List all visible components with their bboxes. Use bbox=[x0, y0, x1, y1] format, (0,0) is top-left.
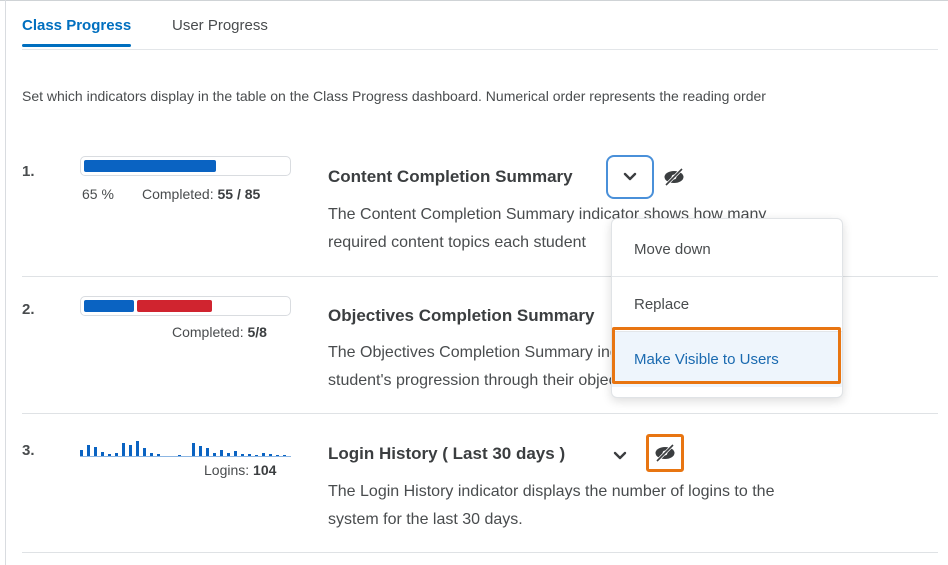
indicator-options-menu: Move down Replace Make Visible to Users bbox=[611, 218, 843, 398]
frame-left-border bbox=[5, 0, 6, 565]
sparkline-bar bbox=[199, 446, 202, 456]
logins-count: Logins: 104 bbox=[204, 462, 276, 478]
indicator-description: The Login History indicator displays the… bbox=[328, 478, 908, 534]
objectives-segment-completed bbox=[84, 300, 134, 312]
objectives-completion-bar bbox=[80, 296, 291, 316]
logins-label: Logins: bbox=[204, 462, 250, 478]
logins-value: 104 bbox=[253, 462, 277, 478]
tab-user-progress[interactable]: User Progress bbox=[172, 17, 268, 34]
percent-label: 65 % bbox=[82, 186, 114, 202]
sparkline-baseline bbox=[80, 456, 291, 457]
completed-label: Completed: bbox=[142, 186, 214, 202]
chevron-down-icon[interactable] bbox=[609, 445, 631, 467]
completed-count: Completed: 55 / 85 bbox=[142, 186, 260, 202]
sparkline-bar bbox=[192, 443, 195, 456]
sparkline-bar bbox=[122, 443, 125, 456]
description-line: system for the last 30 days. bbox=[328, 511, 523, 528]
eye-hidden-icon bbox=[655, 444, 675, 462]
menu-item-make-visible[interactable]: Make Visible to Users bbox=[612, 331, 842, 387]
menu-item-replace[interactable]: Replace bbox=[612, 276, 842, 332]
content-completion-fill bbox=[84, 160, 216, 172]
tab-class-progress[interactable]: Class Progress bbox=[22, 17, 132, 47]
instructions-text: Set which indicators display in the tabl… bbox=[22, 88, 766, 104]
frame-top-border bbox=[0, 0, 948, 5]
objectives-segment-remaining bbox=[137, 300, 212, 312]
completed-value: 5/8 bbox=[247, 324, 267, 340]
visibility-toggle-button[interactable] bbox=[646, 434, 684, 472]
content-completion-bar bbox=[80, 156, 291, 176]
indicator-options-button[interactable] bbox=[606, 155, 654, 199]
row-divider bbox=[22, 552, 938, 553]
menu-item-move-down[interactable]: Move down bbox=[612, 221, 842, 277]
chevron-down-icon bbox=[623, 172, 637, 181]
indicator-number: 3. bbox=[22, 442, 35, 459]
indicator-title: Login History ( Last 30 days ) bbox=[328, 444, 566, 463]
completed-count: Completed: 5/8 bbox=[172, 324, 267, 340]
tab-bar: Class Progress User Progress bbox=[22, 12, 938, 50]
indicator-title: Content Completion Summary bbox=[328, 167, 573, 186]
completed-label: Completed: bbox=[172, 324, 244, 340]
sparkline-bar bbox=[129, 445, 132, 456]
sparkline-bar bbox=[143, 448, 146, 456]
description-line: The Login History indicator displays the… bbox=[328, 483, 775, 500]
indicator-title: Objectives Completion Summary bbox=[328, 306, 595, 325]
indicator-number: 1. bbox=[22, 163, 35, 180]
sparkline-bar bbox=[94, 447, 97, 456]
eye-hidden-icon[interactable] bbox=[661, 166, 687, 188]
sparkline-bar bbox=[136, 441, 139, 456]
indicator-number: 2. bbox=[22, 301, 35, 318]
completed-value: 55 / 85 bbox=[217, 186, 261, 202]
row-divider bbox=[22, 413, 938, 414]
sparkline-bar bbox=[87, 445, 90, 456]
sparkline-bar bbox=[206, 448, 209, 456]
